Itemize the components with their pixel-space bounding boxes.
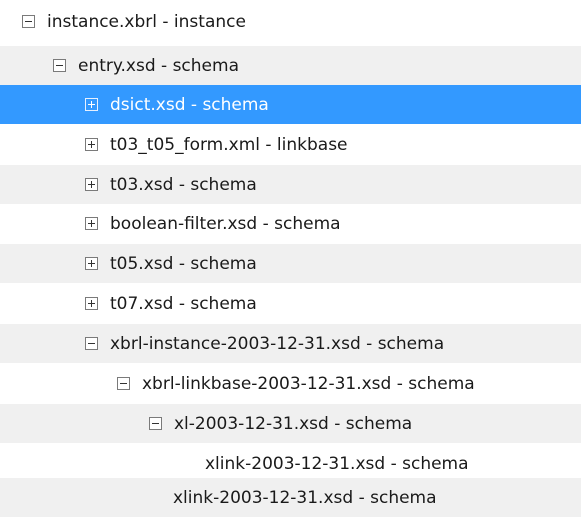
tree-node-xlink[interactable]: xlink-2003-12-31.xsd - schema	[0, 478, 581, 517]
tree-node-label: boolean-filter.xsd - schema	[110, 213, 341, 234]
expand-icon[interactable]	[85, 178, 98, 191]
collapse-icon[interactable]	[22, 15, 35, 28]
tree-node-label: xlink-2003-12-31.xsd - schema	[173, 487, 437, 508]
tree-node-xbrl-linkbase[interactable]: xbrl-linkbase-2003-12-31.xsd - schema	[0, 364, 581, 403]
tree-node-label: xlink-2003-12-31.xsd - schema	[205, 453, 469, 474]
tree-node-label: t03_t05_form.xml - linkbase	[110, 134, 348, 155]
tree-node-entry[interactable]: entry.xsd - schema	[0, 46, 581, 85]
tree-node-label: xbrl-instance-2003-12-31.xsd - schema	[110, 333, 445, 354]
tree-node-label: dsict.xsd - schema	[110, 94, 269, 115]
collapse-icon[interactable]	[85, 337, 98, 350]
collapse-icon[interactable]	[149, 417, 162, 430]
tree-node-label: t05.xsd - schema	[110, 253, 257, 274]
tree-node-label: t03.xsd - schema	[110, 174, 257, 195]
expand-icon[interactable]	[85, 257, 98, 270]
expand-icon[interactable]	[85, 217, 98, 230]
tree-node-instance[interactable]: instance.xbrl - instance	[0, 2, 581, 41]
tree-node-t03[interactable]: t03.xsd - schema	[0, 165, 581, 204]
tree-node-label: xl-2003-12-31.xsd - schema	[174, 413, 413, 434]
tree-node-label: t07.xsd - schema	[110, 293, 257, 314]
expand-icon[interactable]	[85, 297, 98, 310]
tree-node-boolean-filter[interactable]: boolean-filter.xsd - schema	[0, 204, 581, 243]
tree-node-xbrl-instance[interactable]: xbrl-instance-2003-12-31.xsd - schema	[0, 324, 581, 363]
tree-node-label: xbrl-linkbase-2003-12-31.xsd - schema	[142, 373, 475, 394]
expand-icon[interactable]	[85, 138, 98, 151]
collapse-icon[interactable]	[117, 377, 130, 390]
tree-node-xl[interactable]: xl-2003-12-31.xsd - schema	[0, 404, 581, 443]
tree-node-t07[interactable]: t07.xsd - schema	[0, 284, 581, 323]
tree-node-label: instance.xbrl - instance	[47, 11, 246, 32]
tree-node-t05[interactable]: t05.xsd - schema	[0, 244, 581, 283]
expand-icon[interactable]	[85, 98, 98, 111]
tree-node-label: entry.xsd - schema	[78, 55, 239, 76]
schema-tree: instance.xbrl - instance entry.xsd - sch…	[0, 0, 581, 517]
collapse-icon[interactable]	[53, 59, 66, 72]
tree-node-t03-t05-form[interactable]: t03_t05_form.xml - linkbase	[0, 125, 581, 164]
tree-node-dsict[interactable]: dsict.xsd - schema	[0, 85, 581, 124]
